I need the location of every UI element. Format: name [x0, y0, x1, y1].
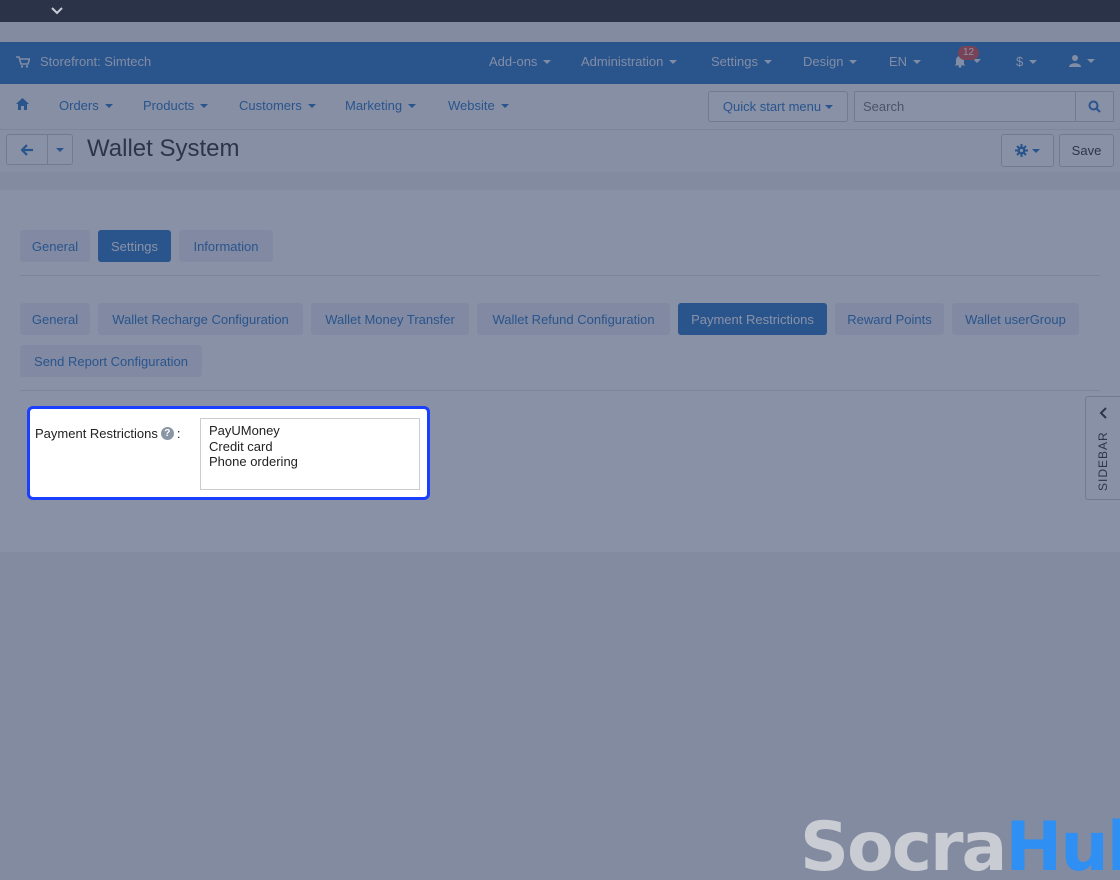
home-icon — [16, 98, 29, 110]
back-dropdown-button[interactable] — [47, 134, 73, 165]
page-title: Wallet System — [87, 135, 240, 162]
option-phone-ordering[interactable]: Phone ordering — [209, 454, 411, 470]
notification-badge: 12 — [958, 46, 980, 60]
menu-administration[interactable]: Administration — [581, 54, 678, 69]
menu-design-label: Design — [803, 54, 844, 69]
caret-down-icon — [104, 103, 113, 108]
cart-icon — [16, 55, 30, 68]
caret-down-icon — [1029, 59, 1038, 64]
subtab-wallet-recharge[interactable]: Wallet Recharge Configuration — [98, 303, 303, 335]
subtab-wallet-refund[interactable]: Wallet Refund Configuration — [477, 303, 670, 335]
caret-down-icon — [669, 59, 678, 64]
caret-down-icon — [200, 103, 209, 108]
chevron-down-icon[interactable] — [50, 5, 64, 17]
save-button[interactable]: Save — [1059, 134, 1114, 167]
top-admin-bar — [0, 0, 1120, 22]
arrow-left-icon — [20, 143, 33, 156]
search-button[interactable] — [1075, 91, 1114, 122]
payment-restrictions-label: Payment Restrictions ? : — [35, 426, 180, 441]
option-credit-card[interactable]: Credit card — [209, 439, 411, 455]
socrahub-watermark: SocraHub — [800, 808, 1120, 880]
subtab-wallet-money-transfer[interactable]: Wallet Money Transfer — [311, 303, 469, 335]
watermark-part2: Hub — [1005, 808, 1120, 880]
caret-down-icon — [500, 103, 509, 108]
spacer — [0, 22, 1120, 42]
divider — [20, 390, 1100, 391]
caret-down-icon — [1087, 58, 1095, 63]
caret-down-icon — [763, 59, 772, 64]
nav-website[interactable]: Website — [448, 98, 509, 113]
currency-selector[interactable]: $ — [1016, 54, 1038, 69]
search-icon — [1088, 100, 1101, 113]
caret-down-icon — [56, 147, 64, 152]
nav-customers[interactable]: Customers — [239, 98, 316, 113]
sidebar-label: SIDEBAR — [1096, 431, 1110, 491]
sidebar-toggle[interactable]: SIDEBAR — [1085, 396, 1120, 500]
divider — [20, 275, 1100, 276]
subtab-reward-points[interactable]: Reward Points — [835, 303, 944, 335]
help-icon[interactable]: ? — [160, 427, 174, 440]
language-label: EN — [889, 54, 908, 69]
chevron-left-icon — [1099, 407, 1107, 419]
nav-products-label: Products — [143, 98, 195, 113]
search-input[interactable] — [854, 91, 1075, 122]
label-colon: : — [176, 426, 181, 441]
menu-addons[interactable]: Add-ons — [489, 54, 552, 69]
storefront-switcher[interactable]: Storefront: Simtech — [16, 54, 151, 69]
nav-marketing[interactable]: Marketing — [345, 98, 417, 113]
tab-information[interactable]: Information — [179, 230, 273, 262]
currency-label: $ — [1016, 54, 1024, 69]
caret-down-icon — [825, 104, 834, 109]
nav-marketing-label: Marketing — [345, 98, 403, 113]
nav-customers-label: Customers — [239, 98, 302, 113]
menu-design[interactable]: Design — [803, 54, 858, 69]
home-link[interactable] — [16, 98, 29, 110]
band — [0, 172, 1120, 190]
field-label-text: Payment Restrictions — [35, 426, 158, 441]
option-payumoney[interactable]: PayUMoney — [209, 423, 411, 439]
nav-orders-label: Orders — [59, 98, 99, 113]
user-icon — [1069, 55, 1081, 67]
back-button[interactable] — [6, 134, 48, 165]
quick-start-label: Quick start menu — [722, 99, 822, 114]
user-menu[interactable] — [1069, 54, 1095, 67]
caret-down-icon — [543, 59, 552, 64]
quick-start-menu-button[interactable]: Quick start menu — [708, 91, 848, 122]
settings-gear-button[interactable] — [1001, 134, 1054, 167]
nav-products[interactable]: Products — [143, 98, 209, 113]
watermark-part1: Socra — [800, 808, 1007, 880]
caret-down-icon — [849, 59, 858, 64]
language-selector[interactable]: EN — [889, 54, 922, 69]
payment-restrictions-multiselect[interactable]: PayUMoney Credit card Phone ordering — [200, 418, 420, 490]
main-header: Storefront: Simtech Add-ons Administrati… — [0, 42, 1120, 84]
caret-down-icon — [408, 103, 417, 108]
caret-down-icon — [1032, 148, 1040, 153]
subtab-payment-restrictions[interactable]: Payment Restrictions — [678, 303, 827, 335]
caret-down-icon — [307, 103, 316, 108]
storefront-label: Storefront: Simtech — [40, 54, 152, 69]
subtab-send-report[interactable]: Send Report Configuration — [20, 345, 202, 377]
subtab-wallet-usergroup[interactable]: Wallet userGroup — [952, 303, 1079, 335]
menu-addons-label: Add-ons — [489, 54, 538, 69]
tab-general[interactable]: General — [20, 230, 90, 262]
menu-administration-label: Administration — [581, 54, 664, 69]
nav-orders[interactable]: Orders — [59, 98, 113, 113]
menu-settings[interactable]: Settings — [711, 54, 772, 69]
gear-icon — [1015, 144, 1028, 157]
menu-settings-label: Settings — [711, 54, 758, 69]
tab-settings[interactable]: Settings — [98, 230, 171, 262]
nav-website-label: Website — [448, 98, 495, 113]
caret-down-icon — [913, 59, 922, 64]
subtab-general[interactable]: General — [20, 303, 90, 335]
